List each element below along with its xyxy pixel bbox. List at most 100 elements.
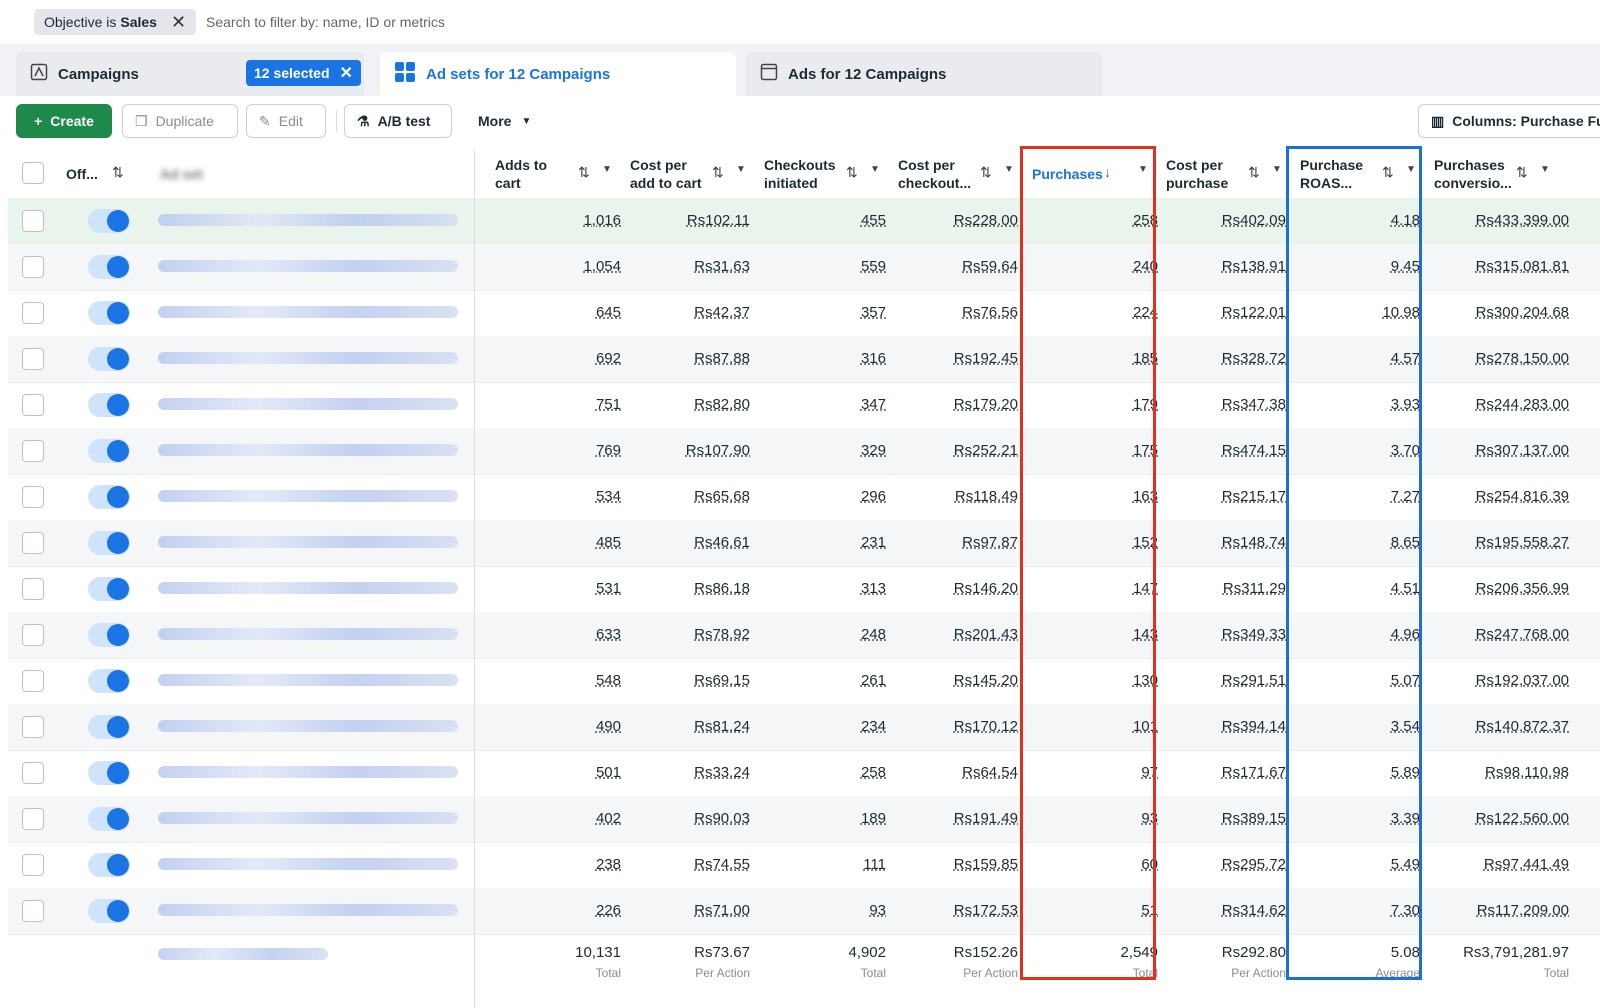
cell-c3[interactable]: 248: [861, 626, 886, 643]
row-checkbox[interactable]: [22, 624, 44, 646]
duplicate-button[interactable]: ❐ Duplicate: [122, 104, 238, 138]
adset-name-redacted[interactable]: [158, 352, 458, 364]
cell-c2[interactable]: Rs33.24: [694, 764, 750, 781]
cell-c6[interactable]: Rs138.91: [1222, 258, 1286, 275]
cell-c4[interactable]: Rs145.20: [954, 672, 1018, 689]
cell-c3[interactable]: 258: [861, 764, 886, 781]
cell-c8[interactable]: Rs140,872.37: [1476, 718, 1569, 735]
cell-c1[interactable]: 1,016: [583, 212, 621, 229]
adset-name-redacted[interactable]: [158, 858, 458, 870]
status-toggle[interactable]: [88, 209, 130, 233]
cell-c8[interactable]: Rs244,283.00: [1476, 396, 1569, 413]
status-toggle[interactable]: [88, 347, 130, 371]
status-toggle[interactable]: [88, 393, 130, 417]
row-checkbox[interactable]: [22, 670, 44, 692]
cell-c8[interactable]: Rs97,441.49: [1484, 856, 1569, 873]
header-cost-per-purchase[interactable]: Cost per purchase: [1166, 156, 1228, 192]
adset-name-redacted[interactable]: [158, 812, 458, 824]
adset-name-redacted[interactable]: [158, 260, 458, 272]
cell-c2[interactable]: Rs87.88: [694, 350, 750, 367]
row-checkbox[interactable]: [22, 256, 44, 278]
cell-c4[interactable]: Rs179.20: [954, 396, 1018, 413]
cell-c2[interactable]: Rs82.80: [694, 396, 750, 413]
sort-icon[interactable]: ⇅: [712, 164, 724, 181]
adset-name-redacted[interactable]: [158, 904, 458, 916]
row-checkbox[interactable]: [22, 394, 44, 416]
cell-c2[interactable]: Rs71.00: [694, 902, 750, 919]
cell-c3[interactable]: 231: [861, 534, 886, 551]
status-toggle[interactable]: [88, 577, 130, 601]
caret-down-icon[interactable]: ▼: [736, 164, 746, 175]
cell-c4[interactable]: Rs172.53: [954, 902, 1018, 919]
status-toggle[interactable]: [88, 301, 130, 325]
clear-selection-icon[interactable]: ✕: [340, 63, 353, 83]
sort-icon[interactable]: ⇅: [1248, 164, 1260, 181]
cell-c6[interactable]: Rs349.33: [1222, 626, 1286, 643]
sort-icon[interactable]: ⇅: [112, 164, 124, 181]
cell-c1[interactable]: 238: [596, 856, 621, 873]
adset-name-redacted[interactable]: [158, 444, 458, 456]
caret-down-icon[interactable]: ▼: [1004, 164, 1014, 175]
cell-c8[interactable]: Rs254,816.39: [1476, 488, 1569, 505]
cell-c1[interactable]: 531: [596, 580, 621, 597]
cell-c3[interactable]: 316: [861, 350, 886, 367]
cell-c6[interactable]: Rs314.62: [1222, 902, 1286, 919]
adset-name-redacted[interactable]: [158, 536, 458, 548]
cell-c1[interactable]: 402: [596, 810, 621, 827]
cell-c2[interactable]: Rs86.18: [694, 580, 750, 597]
cell-c1[interactable]: 751: [596, 396, 621, 413]
adset-name-redacted[interactable]: [158, 766, 458, 778]
row-checkbox[interactable]: [22, 486, 44, 508]
cell-c4[interactable]: Rs252.21: [954, 442, 1018, 459]
status-toggle[interactable]: [88, 853, 130, 877]
header-off[interactable]: Off...: [66, 165, 98, 183]
selected-chip[interactable]: 12 selected ✕: [246, 60, 361, 86]
cell-c2[interactable]: Rs42.37: [694, 304, 750, 321]
row-checkbox[interactable]: [22, 716, 44, 738]
ab-test-button[interactable]: ⚗ A/B test: [344, 104, 452, 138]
cell-c4[interactable]: Rs146.20: [954, 580, 1018, 597]
adset-name-redacted[interactable]: [158, 582, 458, 594]
cell-c8[interactable]: Rs98,110.98: [1485, 764, 1569, 781]
cell-c8[interactable]: Rs117,209.00: [1477, 902, 1569, 919]
cell-c1[interactable]: 769: [596, 442, 621, 459]
cell-c2[interactable]: Rs31.63: [694, 258, 750, 275]
row-checkbox[interactable]: [22, 808, 44, 830]
cell-c8[interactable]: Rs300,204.68: [1476, 304, 1569, 321]
cell-c2[interactable]: Rs74.55: [694, 856, 750, 873]
sort-icon[interactable]: ⇅: [1516, 164, 1528, 181]
cell-c3[interactable]: 347: [861, 396, 886, 413]
row-checkbox[interactable]: [22, 348, 44, 370]
cell-c8[interactable]: Rs315,081.81: [1476, 258, 1569, 275]
cell-c3[interactable]: 329: [861, 442, 886, 459]
cell-c6[interactable]: Rs291.51: [1222, 672, 1286, 689]
cell-c1[interactable]: 692: [596, 350, 621, 367]
create-button[interactable]: + Create: [16, 104, 112, 138]
cell-c1[interactable]: 501: [596, 764, 621, 781]
row-checkbox[interactable]: [22, 762, 44, 784]
cell-c4[interactable]: Rs76.56: [962, 304, 1018, 321]
edit-button[interactable]: ✎ Edit: [246, 104, 326, 138]
cell-c6[interactable]: Rs171.67: [1222, 764, 1286, 781]
cell-c6[interactable]: Rs122.01: [1222, 304, 1286, 321]
tab-adsets[interactable]: Ad sets for 12 Campaigns: [380, 52, 736, 96]
row-checkbox[interactable]: [22, 440, 44, 462]
cell-c3[interactable]: 93: [869, 902, 886, 919]
cell-c8[interactable]: Rs278,150.00: [1476, 350, 1569, 367]
cell-c2[interactable]: Rs69.15: [694, 672, 750, 689]
status-toggle[interactable]: [88, 669, 130, 693]
cell-c2[interactable]: Rs81.24: [694, 718, 750, 735]
cell-c3[interactable]: 559: [861, 258, 886, 275]
status-toggle[interactable]: [88, 807, 130, 831]
adset-name-redacted[interactable]: [158, 214, 458, 226]
status-toggle[interactable]: [88, 255, 130, 279]
close-icon[interactable]: ✕: [171, 12, 186, 33]
header-adds-to-cart[interactable]: Adds to cart: [495, 156, 547, 192]
cell-c6[interactable]: Rs347.38: [1222, 396, 1286, 413]
header-purchases-conversion[interactable]: Purchases conversio...: [1434, 156, 1512, 192]
adset-name-redacted[interactable]: [158, 674, 458, 686]
tab-ads[interactable]: Ads for 12 Campaigns: [746, 52, 1102, 96]
cell-c1[interactable]: 1,054: [583, 258, 621, 275]
cell-c1[interactable]: 534: [596, 488, 621, 505]
cell-c3[interactable]: 189: [861, 810, 886, 827]
